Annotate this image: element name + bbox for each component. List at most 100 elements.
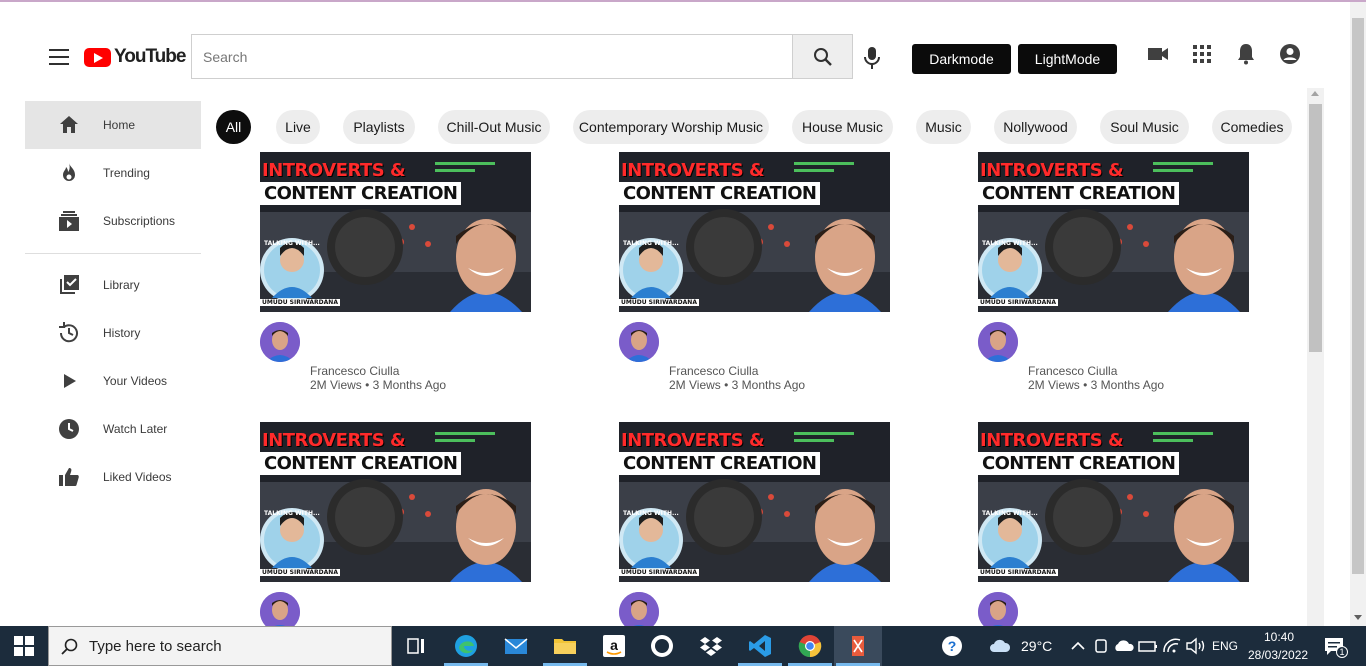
chip-music[interactable]: Music — [916, 110, 971, 144]
darkmode-button[interactable]: Darkmode — [912, 44, 1011, 74]
video-thumbnail[interactable]: INTROVERTS & CONTENT CREATION TALKING WITH… — [619, 422, 890, 582]
chip-house-music[interactable]: House Music — [792, 110, 893, 144]
sidebar-item-label: Subscriptions — [103, 214, 176, 228]
windows-start-icon[interactable] — [14, 636, 34, 656]
dropbox-icon[interactable] — [699, 634, 723, 658]
avatar-image — [619, 322, 659, 362]
chip-all[interactable]: All — [216, 110, 251, 144]
sidebar-item-your-videos[interactable]: Your Videos — [25, 357, 201, 405]
sidebar-item-liked-videos[interactable]: Liked Videos — [25, 453, 201, 501]
thumbnail-title-line1: INTROVERTS & — [980, 430, 1124, 451]
chip-comedies[interactable]: Comedies — [1212, 110, 1292, 144]
sidebar-item-library[interactable]: Library — [25, 261, 201, 309]
video-thumbnail[interactable]: INTROVERTS & CONTENT CREATION TALKING WITH… — [260, 152, 531, 312]
chrome-icon[interactable] — [798, 634, 822, 658]
svg-text:?: ? — [948, 638, 957, 654]
channel-name[interactable]: Francesco Ciulla — [1028, 364, 1164, 378]
youtube-play-icon — [84, 47, 111, 67]
sidebar-item-label: History — [103, 326, 141, 340]
file-explorer-icon[interactable] — [553, 634, 577, 658]
edge-browser-icon[interactable] — [454, 634, 478, 658]
clock-date[interactable]: 28/03/2022 — [1248, 648, 1308, 662]
youtube-logo[interactable]: YouTube — [84, 46, 186, 68]
thumbnail-guest-name: UMUDU SIRIWARDANA — [260, 299, 340, 306]
meet-now-icon[interactable] — [1090, 634, 1114, 658]
search-input[interactable] — [191, 34, 793, 79]
chip-soul-music[interactable]: Soul Music — [1100, 110, 1189, 144]
channel-avatar[interactable] — [260, 322, 300, 362]
apps-grid-icon[interactable] — [1190, 42, 1214, 66]
lightmode-button[interactable]: LightMode — [1018, 44, 1117, 74]
thumbnail-title-line2: CONTENT CREATION — [978, 182, 1180, 205]
sidebar-item-history[interactable]: History — [25, 309, 201, 357]
chip-live[interactable]: Live — [276, 110, 320, 144]
mail-icon[interactable] — [504, 634, 528, 658]
scroll-up-arrow-icon[interactable] — [1311, 91, 1319, 96]
search-icon — [61, 638, 78, 655]
weather-temperature[interactable]: 29°C — [1021, 638, 1052, 654]
channel-avatar[interactable] — [978, 592, 1018, 626]
video-meta: Francesco Ciulla 2M Views • 3 Months Ago — [310, 364, 446, 392]
chip-nollywood[interactable]: Nollywood — [994, 110, 1077, 144]
create-video-icon[interactable] — [1146, 42, 1170, 66]
thumbnail-caption: TALKING WITH... — [982, 240, 1038, 247]
channel-avatar[interactable] — [619, 322, 659, 362]
channel-avatar[interactable] — [260, 592, 300, 626]
thumbnail-title-line1: INTROVERTS & — [621, 430, 765, 451]
clock-time[interactable]: 10:40 — [1264, 630, 1294, 644]
browser-scrollbar-thumb[interactable] — [1352, 18, 1364, 574]
windows-taskbar: Type here to search a ? 29°C ENG 10:40 2… — [0, 626, 1366, 666]
sidebar-divider — [25, 253, 201, 254]
channel-avatar[interactable] — [619, 592, 659, 626]
channel-avatar[interactable] — [978, 322, 1018, 362]
battery-icon[interactable] — [1136, 634, 1160, 658]
search-button[interactable] — [792, 34, 853, 79]
volume-icon[interactable] — [1184, 634, 1208, 658]
sidebar-item-home[interactable]: Home — [25, 101, 201, 149]
video-thumbnail[interactable]: INTROVERTS & CONTENT CREATION TALKING WITH… — [619, 152, 890, 312]
chevron-up-icon[interactable] — [1066, 634, 1090, 658]
avatar-image — [619, 592, 659, 626]
scroll-down-arrow-icon[interactable] — [1354, 615, 1362, 620]
home-icon — [60, 116, 78, 133]
sidebar-item-subscriptions[interactable]: Subscriptions — [25, 197, 201, 245]
sidebar-item-label: Watch Later — [103, 422, 168, 436]
account-icon[interactable] — [1278, 42, 1302, 66]
video-stats: 2M Views • 3 Months Ago — [669, 378, 806, 392]
sidebar-item-trending[interactable]: Trending — [25, 149, 201, 197]
microphone-icon[interactable] — [862, 46, 882, 70]
thumbnail-guest-name: UMUDU SIRIWARDANA — [619, 299, 699, 306]
chip-contemporary-worship-music[interactable]: Contemporary Worship Music — [573, 110, 769, 144]
amazon-icon[interactable]: a — [602, 634, 626, 658]
chip-chill-out-music[interactable]: Chill-Out Music — [438, 110, 550, 144]
language-indicator[interactable]: ENG — [1212, 639, 1238, 653]
play-icon — [64, 374, 76, 388]
vscode-icon[interactable] — [748, 634, 772, 658]
video-thumbnail[interactable]: INTROVERTS & CONTENT CREATION TALKING WITH… — [260, 422, 531, 582]
chip-playlists[interactable]: Playlists — [343, 110, 415, 144]
thumbnail-title-line2: CONTENT CREATION — [260, 452, 462, 475]
snipping-tool-icon[interactable] — [846, 634, 870, 658]
thumbnail-title-line2: CONTENT CREATION — [978, 452, 1180, 475]
menu-icon[interactable] — [49, 49, 69, 65]
wifi-icon[interactable] — [1160, 634, 1184, 658]
thumbnail-caption: TALKING WITH... — [623, 240, 679, 247]
sidebar: Home Trending Subscriptions Library Hist… — [25, 101, 201, 501]
avatar-image — [260, 322, 300, 362]
taskbar-search-box[interactable]: Type here to search — [48, 626, 392, 666]
sidebar-item-watch-later[interactable]: Watch Later — [25, 405, 201, 453]
github-icon[interactable] — [650, 634, 674, 658]
history-icon — [59, 322, 78, 343]
onedrive-cloud-icon[interactable] — [1112, 634, 1136, 658]
thumbnail-title-line1: INTROVERTS & — [980, 160, 1124, 181]
task-view-icon[interactable] — [404, 634, 428, 658]
svg-text:a: a — [610, 637, 618, 653]
help-icon[interactable]: ? — [940, 634, 964, 658]
video-meta: Francesco Ciulla 2M Views • 3 Months Ago — [1028, 364, 1164, 392]
content-scrollbar-thumb[interactable] — [1309, 104, 1322, 352]
video-thumbnail[interactable]: INTROVERTS & CONTENT CREATION TALKING WITH… — [978, 152, 1249, 312]
channel-name[interactable]: Francesco Ciulla — [310, 364, 446, 378]
channel-name[interactable]: Francesco Ciulla — [669, 364, 805, 378]
video-thumbnail[interactable]: INTROVERTS & CONTENT CREATION TALKING WITH… — [978, 422, 1249, 582]
notifications-bell-icon[interactable] — [1234, 42, 1258, 66]
